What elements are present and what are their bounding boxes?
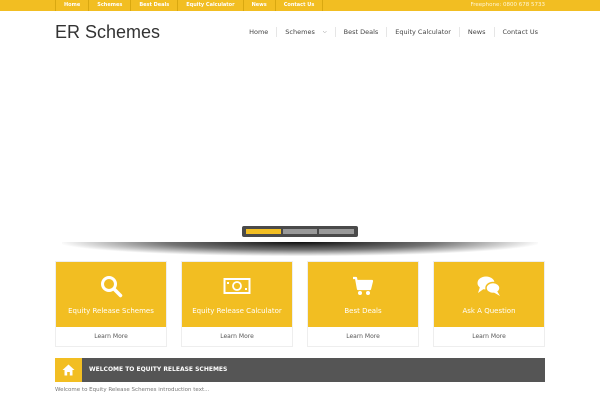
feature-box-schemes[interactable]: Equity Release Schemes Learn More [55, 261, 167, 347]
feature-title: Ask A Question [462, 307, 516, 315]
slider-dot-3[interactable] [319, 229, 355, 234]
learn-more-link[interactable]: Learn More [434, 327, 544, 347]
cart-icon [308, 274, 418, 302]
top-nav-schemes[interactable]: Schemes [89, 0, 132, 11]
banknote-icon [182, 274, 292, 302]
nav-contact-us[interactable]: Contact Us [495, 28, 547, 36]
search-icon [56, 274, 166, 302]
slider-shadow [62, 242, 538, 256]
top-nav-news[interactable]: News [244, 0, 276, 11]
nav-news[interactable]: News [460, 28, 494, 36]
learn-more-link[interactable]: Learn More [56, 327, 166, 347]
feature-title: Equity Release Calculator [192, 307, 282, 315]
welcome-bar: WELCOME TO EQUITY RELEASE SCHEMES [55, 358, 545, 382]
feature-box-header: Best Deals [308, 262, 418, 327]
slider-pagination [242, 226, 358, 237]
nav-home[interactable]: Home [241, 28, 276, 36]
welcome-title: WELCOME TO EQUITY RELEASE SCHEMES [89, 366, 228, 373]
home-icon[interactable] [55, 358, 82, 382]
feature-box-ask-question[interactable]: Ask A Question Learn More [433, 261, 545, 347]
nav-schemes-label: Schemes [285, 28, 315, 36]
nav-equity-calculator[interactable]: Equity Calculator [387, 28, 459, 36]
chat-bubbles-icon [434, 274, 544, 302]
feature-title: Best Deals [344, 307, 382, 315]
slider-dot-1[interactable] [246, 229, 281, 234]
learn-more-link[interactable]: Learn More [182, 327, 292, 347]
slider-dot-2[interactable] [282, 229, 318, 234]
feature-box-header: Ask A Question [434, 262, 544, 327]
feature-title: Equity Release Schemes [68, 307, 154, 315]
feature-box-calculator[interactable]: Equity Release Calculator Learn More [181, 261, 293, 347]
freephone-number: Freephone: 0800 678 5733 [470, 2, 545, 8]
top-bar: Home Schemes Best Deals Equity Calculato… [0, 0, 600, 11]
top-nav-best-deals[interactable]: Best Deals [131, 0, 179, 11]
feature-box-best-deals[interactable]: Best Deals Learn More [307, 261, 419, 347]
top-nav-home[interactable]: Home [55, 0, 90, 11]
top-nav-equity-calculator[interactable]: Equity Calculator [178, 0, 244, 11]
intro-text: Welcome to Equity Release Schemes introd… [55, 387, 210, 393]
chevron-down-icon: ⌵ [322, 29, 327, 35]
feature-box-header: Equity Release Schemes [56, 262, 166, 327]
nav-best-deals[interactable]: Best Deals [336, 28, 387, 36]
top-nav: Home Schemes Best Deals Equity Calculato… [55, 0, 324, 11]
feature-box-header: Equity Release Calculator [182, 262, 292, 327]
nav-schemes[interactable]: Schemes ⌵ [277, 28, 334, 36]
learn-more-link[interactable]: Learn More [308, 327, 418, 347]
top-nav-contact-us[interactable]: Contact Us [276, 0, 324, 11]
main-nav: Home Schemes ⌵ Best Deals Equity Calcula… [241, 27, 546, 37]
site-logo[interactable]: ER Schemes [55, 22, 160, 43]
